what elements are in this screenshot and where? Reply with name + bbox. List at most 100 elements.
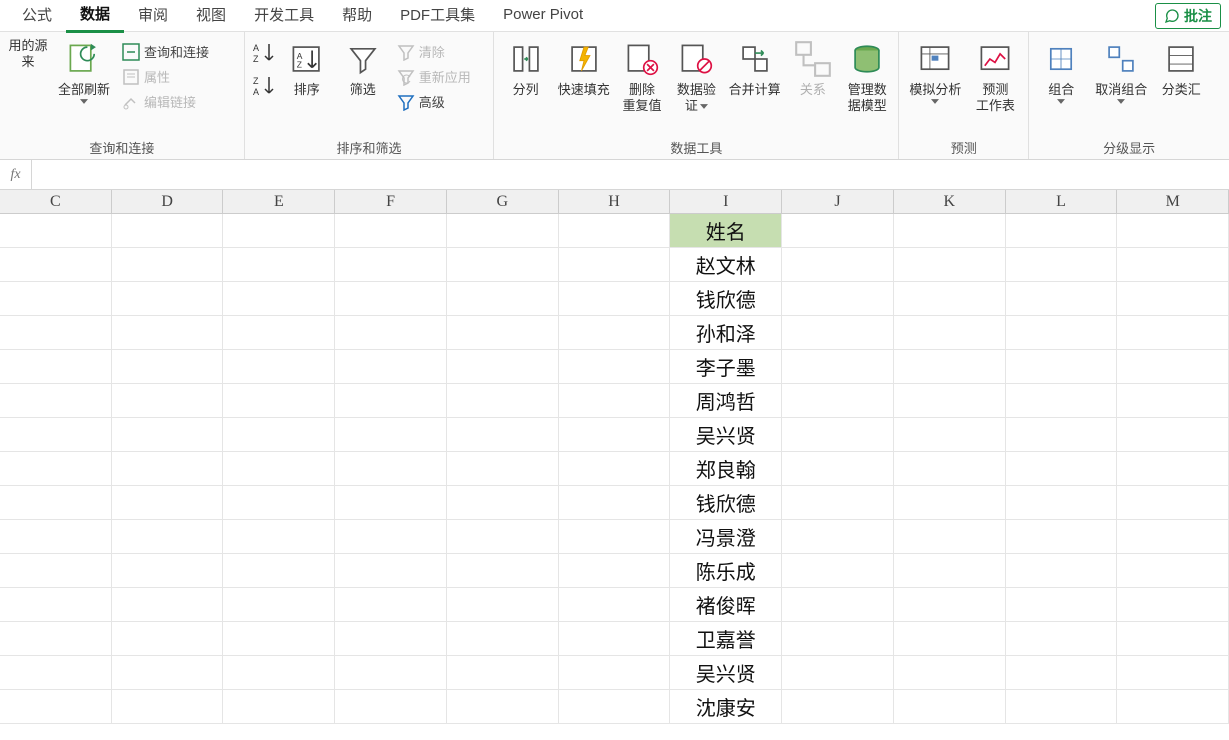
cell[interactable] xyxy=(112,656,224,690)
col-header-L[interactable]: L xyxy=(1006,190,1118,213)
cell[interactable]: 吴兴贤 xyxy=(670,656,782,690)
cell[interactable] xyxy=(223,452,335,486)
cell[interactable] xyxy=(112,486,224,520)
col-header-I[interactable]: I xyxy=(670,190,782,213)
cell[interactable] xyxy=(447,418,559,452)
cell[interactable] xyxy=(335,316,447,350)
cell[interactable] xyxy=(894,384,1006,418)
ungroup-button[interactable]: 取消组合 xyxy=(1091,36,1151,104)
cell[interactable] xyxy=(112,520,224,554)
cell[interactable] xyxy=(1117,316,1229,350)
cell[interactable]: 褚俊晖 xyxy=(670,588,782,622)
col-header-C[interactable]: C xyxy=(0,190,112,213)
cell[interactable] xyxy=(0,554,112,588)
cell[interactable] xyxy=(559,350,671,384)
cell[interactable] xyxy=(335,350,447,384)
cell[interactable] xyxy=(559,486,671,520)
cell[interactable] xyxy=(223,588,335,622)
filter-button[interactable]: 筛选 xyxy=(337,36,389,98)
cell[interactable] xyxy=(223,214,335,248)
cell[interactable] xyxy=(447,520,559,554)
cell[interactable] xyxy=(894,656,1006,690)
cell[interactable] xyxy=(782,520,894,554)
cell[interactable] xyxy=(223,248,335,282)
cell[interactable] xyxy=(1117,350,1229,384)
forecast-sheet-button[interactable]: 预测 工作表 xyxy=(969,36,1021,114)
cell[interactable] xyxy=(1117,248,1229,282)
cell[interactable] xyxy=(894,588,1006,622)
data-model-button[interactable]: 管理数 据模型 xyxy=(842,36,892,114)
cell[interactable] xyxy=(0,486,112,520)
cell[interactable] xyxy=(112,588,224,622)
cell[interactable] xyxy=(223,656,335,690)
cell[interactable] xyxy=(1117,656,1229,690)
cell[interactable] xyxy=(559,384,671,418)
cell[interactable]: 赵文林 xyxy=(670,248,782,282)
cell[interactable] xyxy=(894,350,1006,384)
cell[interactable] xyxy=(447,656,559,690)
col-header-J[interactable]: J xyxy=(782,190,894,213)
annotate-button[interactable]: 批注 xyxy=(1155,3,1221,29)
cell[interactable] xyxy=(1117,520,1229,554)
cell[interactable] xyxy=(223,622,335,656)
cell[interactable] xyxy=(1117,588,1229,622)
subtotal-button[interactable]: 分类汇 xyxy=(1155,36,1207,98)
cell[interactable] xyxy=(559,214,671,248)
tab-pdfkit[interactable]: PDF工具集 xyxy=(386,0,489,31)
cell[interactable] xyxy=(0,384,112,418)
cell[interactable] xyxy=(447,384,559,418)
cell[interactable] xyxy=(782,418,894,452)
tab-help[interactable]: 帮助 xyxy=(328,0,386,31)
cell[interactable] xyxy=(112,418,224,452)
cell[interactable] xyxy=(894,418,1006,452)
cell[interactable] xyxy=(894,248,1006,282)
col-header-F[interactable]: F xyxy=(335,190,447,213)
cell[interactable] xyxy=(782,656,894,690)
cell[interactable] xyxy=(447,690,559,724)
tab-view[interactable]: 视图 xyxy=(182,0,240,31)
cell[interactable]: 吴兴贤 xyxy=(670,418,782,452)
cell[interactable] xyxy=(1006,214,1118,248)
cell[interactable] xyxy=(335,248,447,282)
cell[interactable] xyxy=(894,690,1006,724)
cell[interactable] xyxy=(335,554,447,588)
cell[interactable] xyxy=(1117,282,1229,316)
sort-button[interactable]: AZ 排序 xyxy=(281,36,333,98)
cell[interactable] xyxy=(335,622,447,656)
cell[interactable] xyxy=(559,316,671,350)
cell[interactable] xyxy=(112,452,224,486)
cell[interactable] xyxy=(112,316,224,350)
cell[interactable] xyxy=(1117,690,1229,724)
cell[interactable] xyxy=(1006,554,1118,588)
remove-duplicates-button[interactable]: 删除 重复值 xyxy=(617,36,667,114)
cell[interactable]: 钱欣德 xyxy=(670,282,782,316)
col-header-K[interactable]: K xyxy=(894,190,1006,213)
cell[interactable] xyxy=(1117,452,1229,486)
cell[interactable] xyxy=(335,520,447,554)
queries-connections-button[interactable]: 查询和连接 xyxy=(118,40,213,63)
cell[interactable] xyxy=(447,452,559,486)
cell[interactable] xyxy=(782,486,894,520)
tab-devtools[interactable]: 开发工具 xyxy=(240,0,328,31)
col-header-E[interactable]: E xyxy=(223,190,335,213)
formula-input[interactable] xyxy=(32,160,1229,189)
cell[interactable] xyxy=(223,520,335,554)
cell[interactable] xyxy=(223,486,335,520)
cell[interactable] xyxy=(0,316,112,350)
cell[interactable]: 卫嘉誉 xyxy=(670,622,782,656)
cell[interactable] xyxy=(335,452,447,486)
cell[interactable] xyxy=(223,316,335,350)
cell[interactable] xyxy=(0,248,112,282)
cell[interactable] xyxy=(782,214,894,248)
cell[interactable] xyxy=(1006,248,1118,282)
group-rows-button[interactable]: 组合 xyxy=(1035,36,1087,104)
cell[interactable] xyxy=(447,316,559,350)
cell[interactable] xyxy=(782,316,894,350)
cell[interactable] xyxy=(112,554,224,588)
whatif-button[interactable]: 模拟分析 xyxy=(905,36,965,104)
cell[interactable] xyxy=(447,282,559,316)
cell[interactable] xyxy=(894,452,1006,486)
cell[interactable] xyxy=(894,622,1006,656)
cell[interactable] xyxy=(0,350,112,384)
cell[interactable] xyxy=(894,282,1006,316)
